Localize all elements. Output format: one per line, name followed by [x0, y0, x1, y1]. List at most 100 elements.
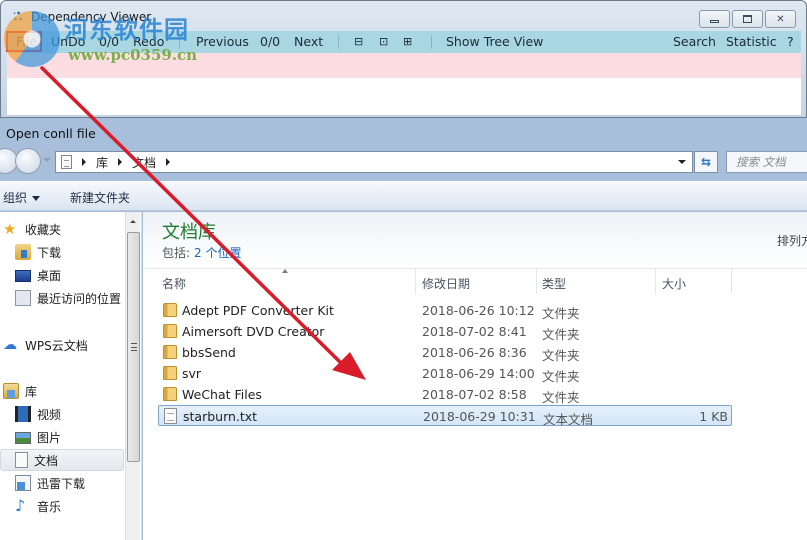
pictures-icon	[15, 432, 31, 444]
column-header-type[interactable]: 类型	[542, 275, 566, 292]
column-header-size[interactable]: 大小	[662, 275, 686, 292]
dialog-title: Open conll file	[6, 126, 96, 141]
file-list-pane: 文档库 包括:2 个位置 排列方 名称 修改日期 类型 大小 Adept PDF…	[143, 212, 807, 540]
file-row[interactable]: Adept PDF Converter Kit 2018-06-26 10:12…	[158, 300, 732, 321]
folder-icon	[163, 324, 177, 338]
file-type: 文件夹	[542, 306, 580, 321]
sidebar-item-label: 文档	[34, 453, 59, 468]
folder-icon	[163, 387, 177, 401]
includes-locations-link[interactable]: 2 个位置	[194, 246, 241, 260]
breadcrumb-library[interactable]: 库	[96, 154, 108, 171]
sidebar-item-thunder-downloads[interactable]: 迅雷下载	[15, 472, 139, 494]
column-header-date[interactable]: 修改日期	[422, 275, 470, 292]
column-divider[interactable]	[655, 269, 656, 294]
expand-icon[interactable]: ⊞	[403, 35, 412, 48]
scroll-up-icon[interactable]	[130, 220, 136, 223]
address-bar[interactable]: 库 文档	[55, 151, 693, 173]
sidebar-item-label: 迅雷下载	[37, 476, 86, 491]
file-name: bbsSend	[182, 345, 236, 360]
toolbar-separator	[431, 35, 432, 49]
organize-label: 组织	[3, 191, 28, 205]
previous-button[interactable]: Previous	[196, 34, 249, 49]
file-date: 2018-07-02 8:58	[422, 387, 527, 402]
column-divider[interactable]	[731, 269, 732, 294]
file-date: 2018-06-26 10:12	[422, 303, 535, 318]
music-icon: ♪	[15, 496, 26, 515]
collapse-icon[interactable]: ⊟	[354, 35, 363, 48]
sidebar-item-desktop[interactable]: 桌面	[15, 264, 139, 286]
new-folder-button[interactable]: 新建文件夹	[70, 189, 130, 206]
breadcrumb-arrow-icon[interactable]	[166, 158, 171, 166]
file-row[interactable]: WeChat Files 2018-07-02 8:58 文件夹	[158, 384, 732, 405]
sidebar-scrollbar[interactable]	[125, 212, 140, 540]
desktop-icon	[15, 270, 31, 282]
sidebar-item-wps-cloud[interactable]: ☁ WPS云文档	[3, 334, 127, 356]
sidebar-item-music[interactable]: ♪ 音乐	[15, 495, 139, 517]
search-button[interactable]: Search	[673, 34, 716, 49]
show-tree-view-button[interactable]: Show Tree View	[446, 34, 543, 49]
sidebar-item-recent[interactable]: 最近访问的位置	[15, 287, 139, 309]
breadcrumb-documents[interactable]: 文档	[132, 154, 156, 171]
text-file-icon	[164, 408, 177, 424]
search-input[interactable]: 搜索 文档	[726, 151, 807, 173]
sidebar-item-label: 视频	[37, 407, 62, 422]
sidebar-item-label: 图片	[37, 430, 62, 445]
window-controls: ✕	[699, 10, 796, 28]
cloud-icon: ☁	[3, 337, 17, 353]
scrollbar-thumb[interactable]	[127, 232, 140, 462]
documents-icon	[61, 155, 72, 169]
refresh-icon: ⇆	[700, 155, 712, 169]
navigation-pane: ★ 收藏夹 下载 桌面 最近访问的位置 ☁ WPS云文档 库 视频 图片 文档 …	[0, 212, 142, 540]
column-divider[interactable]	[536, 269, 537, 294]
sidebar-item-label: WPS云文档	[25, 338, 88, 353]
close-button[interactable]: ✕	[765, 10, 796, 28]
arrange-by-menu[interactable]: 排列方	[777, 232, 807, 249]
file-name: svr	[182, 366, 202, 381]
file-name: Adept PDF Converter Kit	[182, 303, 334, 318]
sort-ascending-icon	[282, 269, 288, 273]
folder-icon	[163, 303, 177, 317]
file-row[interactable]: Aimersoft DVD Creator 2018-07-02 8:41 文件…	[158, 321, 732, 342]
file-date: 2018-06-29 10:31	[423, 409, 536, 424]
viewer-canvas	[7, 78, 801, 115]
nav-counter: 0/0	[260, 34, 281, 49]
file-name: Aimersoft DVD Creator	[182, 324, 325, 339]
download-folder-icon	[15, 244, 31, 260]
address-dropdown-icon[interactable]	[678, 160, 686, 164]
organize-menu[interactable]: 组织	[3, 189, 41, 206]
sidebar-item-libraries[interactable]: 库	[3, 380, 127, 402]
sidebar-item-videos[interactable]: 视频	[15, 403, 139, 425]
file-type: 文件夹	[542, 327, 580, 342]
sidebar-item-favorites[interactable]: ★ 收藏夹	[3, 218, 127, 240]
forward-button[interactable]	[15, 148, 41, 174]
file-row-selected[interactable]: starburn.txt 2018-06-29 10:31 文本文档 1 KB	[158, 405, 732, 427]
fit-icon[interactable]: ⊡	[379, 35, 388, 48]
next-button[interactable]: Next	[294, 34, 323, 49]
includes-label: 包括:	[162, 246, 191, 260]
file-row[interactable]: svr 2018-06-29 14:00 文件夹	[158, 363, 732, 384]
breadcrumb-arrow-icon[interactable]	[118, 158, 123, 166]
close-icon: ✕	[776, 13, 785, 25]
sidebar-item-label: 最近访问的位置	[37, 291, 122, 306]
minimize-button[interactable]	[699, 10, 730, 28]
file-row[interactable]: bbsSend 2018-06-26 8:36 文件夹	[158, 342, 732, 363]
maximize-button[interactable]	[732, 10, 763, 28]
column-header-name[interactable]: 名称	[162, 275, 186, 292]
file-type: 文件夹	[542, 369, 580, 384]
sidebar-item-label: 音乐	[37, 499, 62, 514]
grip-icon	[131, 343, 137, 351]
sidebar-item-pictures[interactable]: 图片	[15, 426, 139, 448]
breadcrumb-arrow-icon[interactable]	[82, 158, 86, 166]
sidebar-item-documents[interactable]: 文档	[0, 449, 124, 471]
sidebar-item-downloads[interactable]: 下载	[15, 241, 139, 263]
statistic-button[interactable]: Statistic	[726, 34, 777, 49]
column-divider[interactable]	[415, 269, 416, 294]
command-bar: 组织 新建文件夹	[0, 181, 807, 211]
minimize-icon	[710, 20, 719, 23]
recent-places-icon	[15, 290, 31, 306]
file-date: 2018-07-02 8:41	[422, 324, 527, 339]
library-folder-icon	[3, 383, 19, 399]
refresh-button[interactable]: ⇆	[694, 151, 718, 173]
help-button[interactable]: ?	[787, 34, 794, 49]
recent-pages-dropdown[interactable]	[43, 158, 51, 162]
